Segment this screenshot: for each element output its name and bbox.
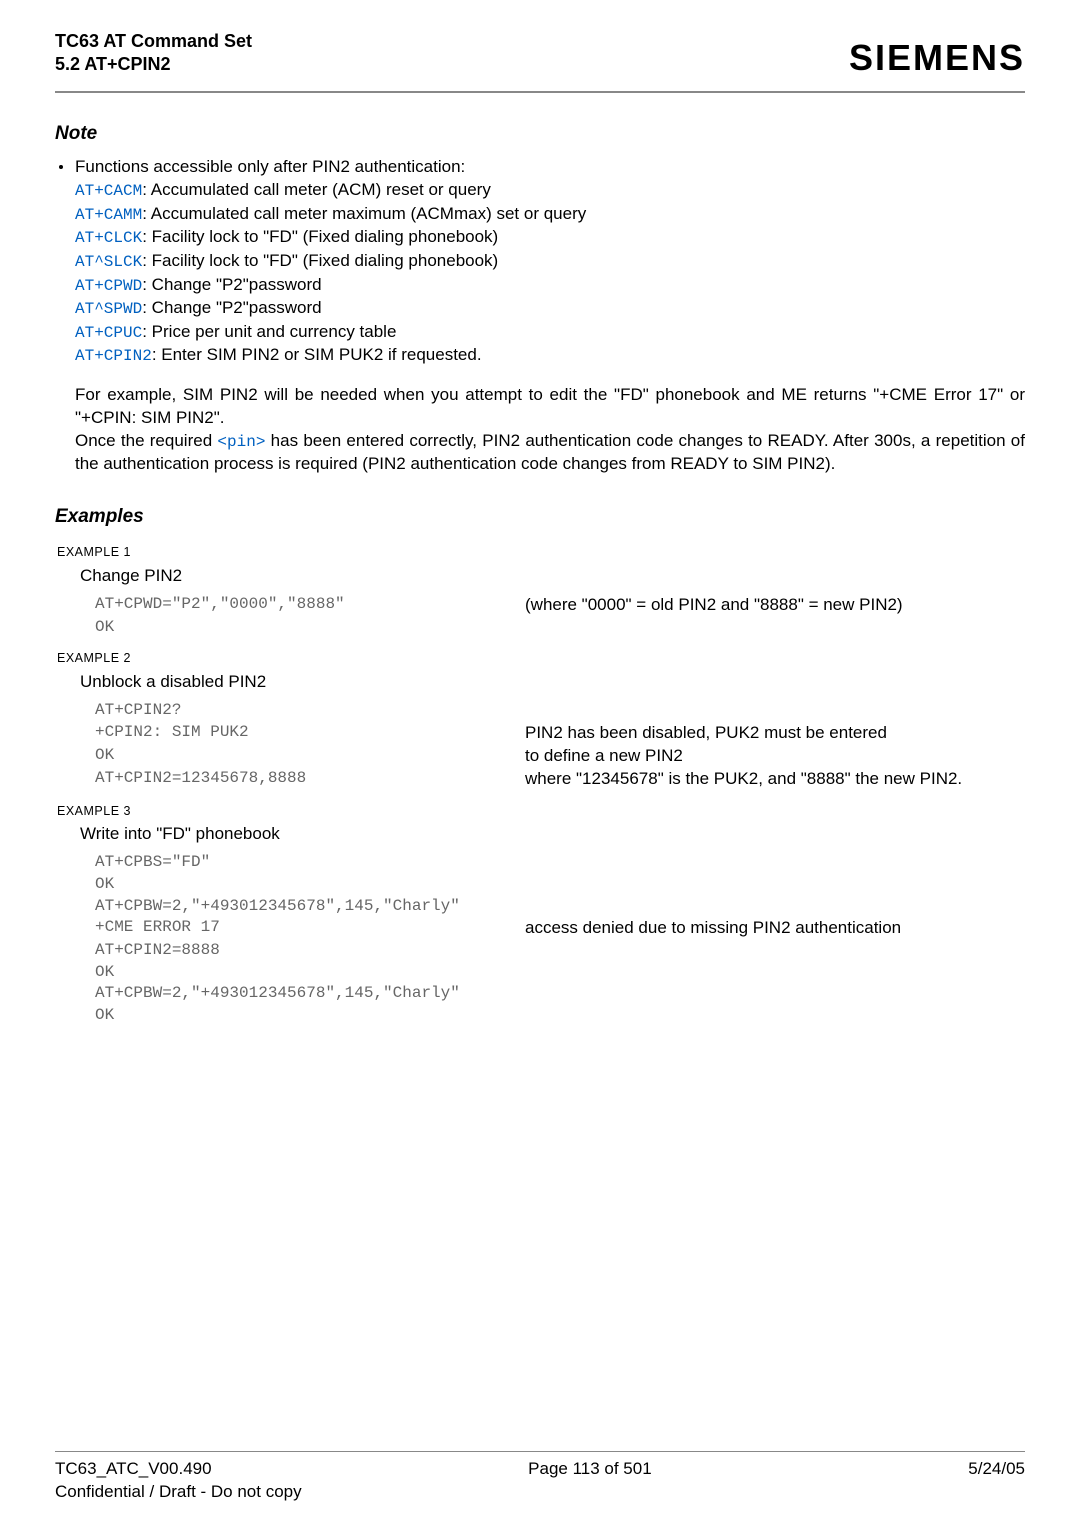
ex1-desc: (where "0000" = old PIN2 and "8888" = ne…: [525, 594, 1025, 617]
cmd-desc: : Accumulated call meter (ACM) reset or …: [142, 180, 491, 199]
cmd-link[interactable]: AT^SLCK: [75, 253, 142, 271]
cmd-desc: : Price per unit and currency table: [142, 322, 396, 341]
ex2-l3: OK: [95, 745, 525, 767]
footer-date: 5/24/05: [968, 1458, 1025, 1481]
cmd-desc: : Facility lock to "FD" (Fixed dialing p…: [142, 227, 498, 246]
title-line-1: TC63 AT Command Set: [55, 30, 252, 53]
ex3-l5: AT+CPIN2=8888: [95, 940, 1025, 962]
ex2-l4: AT+CPIN2=12345678,8888: [95, 768, 525, 790]
example-1-label: EXAMPLE 1: [57, 544, 1025, 561]
cmd-link[interactable]: AT+CPWD: [75, 277, 142, 295]
doc-title: TC63 AT Command Set 5.2 AT+CPIN2: [55, 30, 252, 77]
cmd-desc: : Accumulated call meter maximum (ACMmax…: [142, 204, 586, 223]
note-content: Functions accessible only after PIN2 aut…: [75, 156, 1025, 368]
example-3-body: AT+CPBS="FD" OK AT+CPBW=2,"+493012345678…: [95, 852, 1025, 1026]
header-divider: [55, 91, 1025, 93]
brand-logo: SIEMENS: [849, 30, 1025, 83]
cmd-link[interactable]: AT+CPUC: [75, 324, 142, 342]
note-intro: Functions accessible only after PIN2 aut…: [75, 156, 1025, 179]
cmd-desc: : Change "P2"password: [142, 298, 321, 317]
example-1-body: AT+CPWD="P2","0000","8888" (where "0000"…: [95, 594, 1025, 639]
page-header: TC63 AT Command Set 5.2 AT+CPIN2 SIEMENS: [55, 30, 1025, 83]
ex2-r4: where "12345678" is the PUK2, and "8888"…: [525, 768, 1025, 791]
title-line-2: 5.2 AT+CPIN2: [55, 53, 252, 76]
ex2-r2: PIN2 has been disabled, PUK2 must be ent…: [525, 722, 1025, 745]
cmd-link[interactable]: AT+CPIN2: [75, 347, 152, 365]
footer-confidential: Confidential / Draft - Do not copy: [55, 1481, 1025, 1504]
example-1-title: Change PIN2: [80, 565, 1025, 588]
example-2-body: AT+CPIN2? +CPIN2: SIM PUK2 PIN2 has been…: [95, 700, 1025, 790]
ex3-l1: AT+CPBS="FD": [95, 852, 1025, 874]
note-para-1: For example, SIM PIN2 will be needed whe…: [75, 384, 1025, 430]
examples-heading: Examples: [55, 504, 1025, 530]
example-3-title: Write into "FD" phonebook: [80, 823, 1025, 846]
footer-page-num: Page 113 of 501: [212, 1458, 969, 1481]
example-2-label: EXAMPLE 2: [57, 650, 1025, 667]
ex2-r3: to define a new PIN2: [525, 745, 1025, 768]
ex2-l2: +CPIN2: SIM PUK2: [95, 722, 525, 744]
ex3-r4: access denied due to missing PIN2 authen…: [525, 917, 1025, 940]
example-2-title: Unblock a disabled PIN2: [80, 671, 1025, 694]
ex3-l7: AT+CPBW=2,"+493012345678",145,"Charly": [95, 983, 1025, 1005]
note-para-2: Once the required <pin> has been entered…: [75, 430, 1025, 477]
page-footer: TC63_ATC_V00.490 Page 113 of 501 5/24/05…: [55, 1451, 1025, 1504]
cmd-desc: : Enter SIM PIN2 or SIM PUK2 if requeste…: [152, 345, 482, 364]
ex3-l8: OK: [95, 1005, 1025, 1027]
cmd-desc: : Facility lock to "FD" (Fixed dialing p…: [142, 251, 498, 270]
para-text: Once the required: [75, 431, 217, 450]
note-heading: Note: [55, 121, 1025, 147]
ex1-ok: OK: [95, 617, 1025, 639]
footer-doc-id: TC63_ATC_V00.490: [55, 1458, 212, 1481]
pin-link[interactable]: <pin>: [217, 433, 265, 451]
ex3-l2: OK: [95, 874, 1025, 896]
ex1-cmd: AT+CPWD="P2","0000","8888": [95, 594, 525, 616]
ex3-l3: AT+CPBW=2,"+493012345678",145,"Charly": [95, 896, 1025, 918]
ex2-l1: AT+CPIN2?: [95, 700, 525, 722]
example-3-label: EXAMPLE 3: [57, 803, 1025, 820]
ex3-l4: +CME ERROR 17: [95, 917, 525, 939]
cmd-link[interactable]: AT^SPWD: [75, 300, 142, 318]
cmd-desc: : Change "P2"password: [142, 275, 321, 294]
cmd-link[interactable]: AT+CLCK: [75, 229, 142, 247]
ex3-l6: OK: [95, 962, 1025, 984]
cmd-link[interactable]: AT+CACM: [75, 182, 142, 200]
cmd-link[interactable]: AT+CAMM: [75, 206, 142, 224]
note-bullet: Functions accessible only after PIN2 aut…: [59, 156, 1025, 368]
bullet-icon: [59, 165, 63, 169]
footer-divider: [55, 1451, 1025, 1452]
